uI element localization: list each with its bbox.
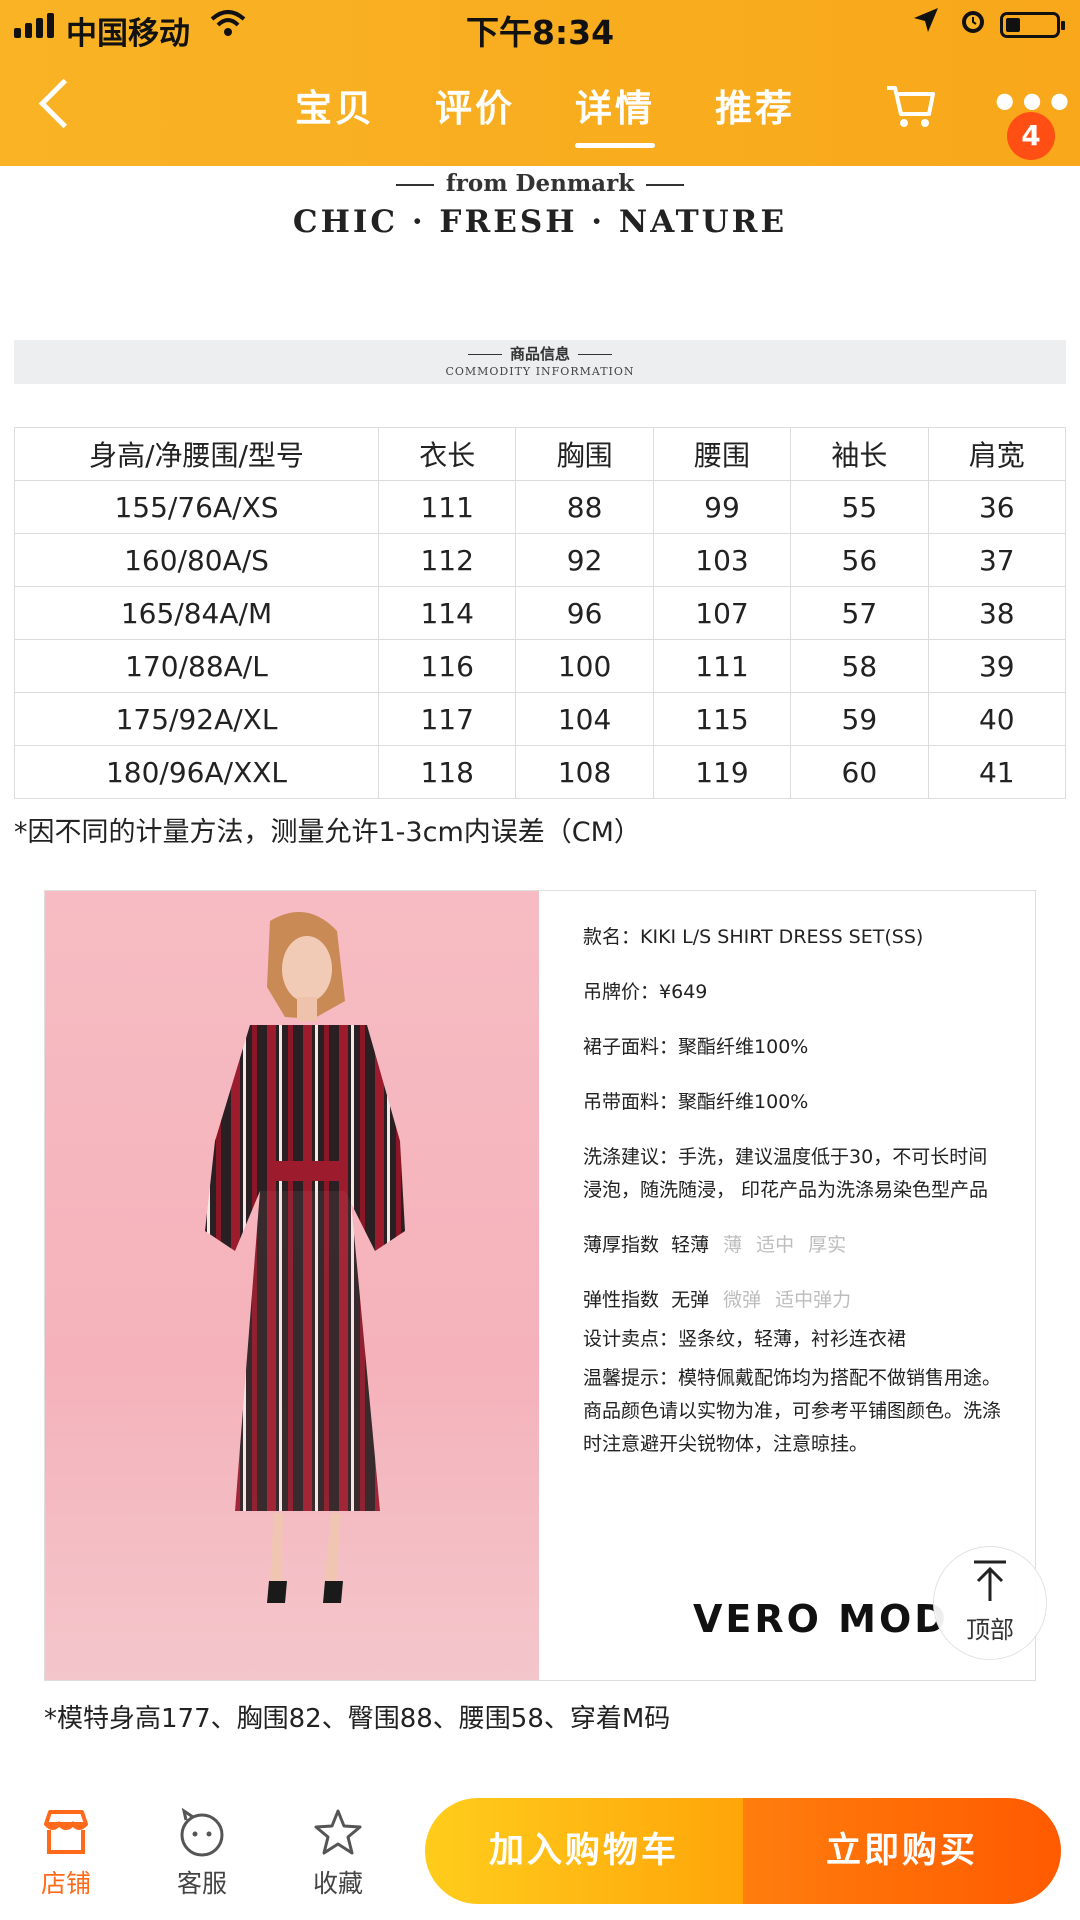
table-row: 160/80A/S 112 92 103 56 37	[14, 533, 1067, 587]
table-header-cell: 身高/净腰围/型号	[14, 427, 379, 481]
table-header-cell: 腰围	[652, 427, 792, 481]
table-header-cell: 衣长	[377, 427, 517, 481]
back-to-top-button[interactable]: 顶部	[933, 1546, 1047, 1660]
spec-price: 吊牌价：¥649	[583, 981, 708, 1003]
spec-design: 设计卖点：竖条纹，轻薄，衬衫连衣裙	[583, 1328, 907, 1350]
spec-skirt-fabric: 裙子面料：聚酯纤维100%	[583, 1036, 809, 1058]
product-specs: 款名：KIKI L/S SHIRT DRESS SET(SS) 吊牌价：¥649…	[583, 921, 1003, 1483]
table-row: 165/84A/M 114 96 107 57 38	[14, 586, 1067, 640]
shop-button[interactable]: 店铺	[16, 1808, 116, 1900]
spec-thickness: 薄厚指数 轻薄薄适中 厚实	[583, 1234, 847, 1256]
back-icon[interactable]	[38, 78, 89, 129]
model-photo	[45, 891, 539, 1680]
star-icon	[288, 1808, 388, 1864]
spec-strap-fabric: 吊带面料：聚酯纤维100%	[583, 1091, 809, 1113]
spec-elasticity: 弹性指数 无弹 微弹 适中弹力	[583, 1289, 852, 1311]
table-header-row: 身高/净腰围/型号 衣长 胸围 腰围 袖长 肩宽	[14, 427, 1067, 481]
table-row: 155/76A/XS 111 88 99 55 36	[14, 480, 1067, 534]
brand-origin: from Denmark	[0, 170, 1080, 197]
buy-now-button[interactable]: 立即购买	[743, 1798, 1061, 1904]
size-table: 身高/净腰围/型号 衣长 胸围 腰围 袖长 肩宽 155/76A/XS 111 88…	[14, 427, 1067, 799]
add-to-cart-button[interactable]: 加入购物车	[425, 1798, 743, 1904]
status-bar: 中国移动 下午8:34	[0, 0, 1080, 56]
spec-style: 款名：KIKI L/S SHIRT DRESS SET(SS)	[583, 926, 924, 948]
cart-icon[interactable]	[885, 80, 937, 132]
location-icon	[912, 6, 940, 42]
tab-reviews[interactable]: 评价	[435, 78, 515, 132]
battery-icon	[1000, 12, 1065, 38]
top-header: 中国移动 下午8:34 宝贝 评价 详情 推荐 ••• 4	[0, 0, 1080, 166]
favorite-button[interactable]: 收藏	[288, 1808, 388, 1900]
service-icon	[152, 1807, 252, 1864]
notification-badge: 4	[1007, 112, 1055, 160]
tab-recommend[interactable]: 推荐	[715, 78, 795, 132]
model-note: *模特身高177、胸围82、臀围88、腰围58、穿着M码	[44, 1704, 671, 1734]
spec-wash: 洗涤建议：手洗，建议温度低于30，不可长时间浸泡，随洗随浸， 印花产品为洗涤易染…	[583, 1146, 989, 1201]
nav-bar: 宝贝 评价 详情 推荐 ••• 4	[0, 60, 1080, 166]
shop-icon	[16, 1808, 116, 1864]
arrow-up-icon	[934, 1559, 1046, 1610]
table-header-cell: 袖长	[790, 427, 929, 481]
table-header-cell: 胸围	[515, 427, 654, 481]
table-row: 170/88A/L 116 100 111 58 39	[14, 639, 1067, 693]
customer-service-button[interactable]: 客服	[152, 1807, 252, 1900]
spec-tip: 温馨提示：模特佩戴配饰均为搭配不做销售用途。商品颜色请以实物为准，可参考平铺图颜…	[583, 1367, 1002, 1455]
back-to-top-label: 顶部	[966, 1616, 1014, 1644]
tab-details[interactable]: 详情	[575, 78, 655, 148]
measurement-note: *因不同的计量方法，测量允许1-3cm内误差（CM）	[14, 817, 641, 848]
tab-item[interactable]: 宝贝	[295, 78, 375, 132]
product-card: 款名：KIKI L/S SHIRT DRESS SET(SS) 吊牌价：¥649…	[44, 890, 1036, 1681]
table-header-cell: 肩宽	[927, 427, 1067, 481]
table-row: 175/92A/XL 117 104 115 59 40	[14, 692, 1067, 746]
brand-slogan: CHIC · FRESH · NATURE	[292, 204, 788, 240]
bottom-action-bar: 店铺 客服 收藏 加入购物车 立即购买	[0, 1768, 1080, 1920]
brand-logo: VERO MOD	[693, 1597, 949, 1641]
commodity-info-header: 商品信息 COMMODITY INFORMATION	[14, 340, 1066, 384]
alarm-icon	[958, 6, 988, 44]
table-row: 180/96A/XXL 118 108 119 60 41	[14, 745, 1067, 799]
